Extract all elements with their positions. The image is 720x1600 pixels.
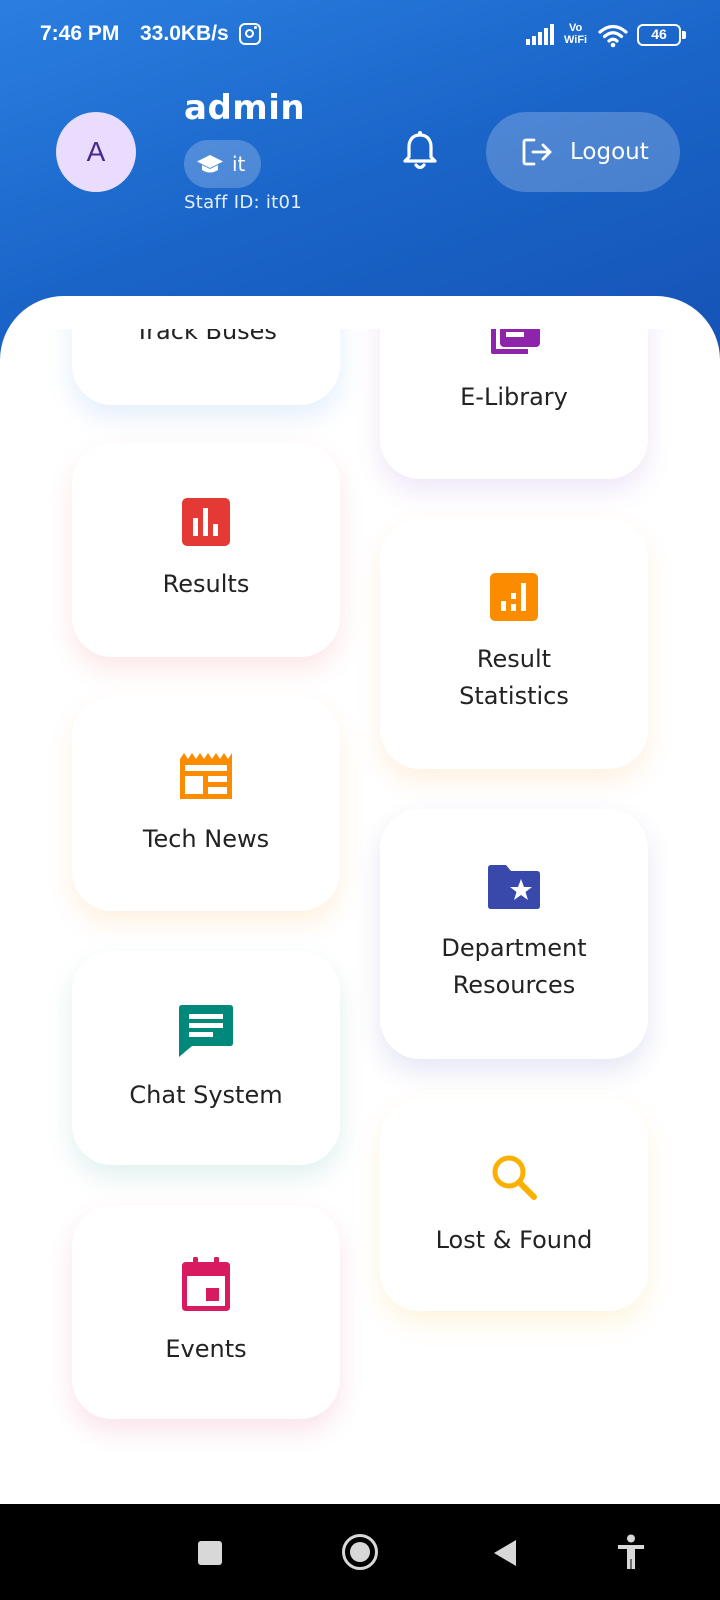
department-label: it [232,152,246,176]
main-content: Track Buses E-Library Results Result Sta… [0,296,720,1504]
recent-apps-button[interactable] [198,1541,222,1565]
tile-label: E-Library [460,382,568,411]
tile-label: Lost & Found [435,1225,593,1254]
tile-track-buses[interactable]: Track Buses [72,329,340,405]
tile-results[interactable]: Results [72,443,340,657]
system-navigation-bar [0,1504,720,1600]
tile-events[interactable]: Events [72,1205,340,1419]
tile-result-statistics[interactable]: Result Statistics [380,519,648,769]
accessibility-icon[interactable] [616,1534,646,1570]
tile-label: Track Buses [135,329,277,345]
battery-level: 46 [651,26,667,42]
bar-chart-icon [182,497,230,546]
tile-e-library[interactable]: E-Library [380,329,648,479]
home-button[interactable] [342,1534,378,1570]
avatar[interactable]: A [56,112,136,192]
tile-department-resources[interactable]: Department Resources [380,809,648,1059]
newspaper-icon [180,752,232,799]
search-icon [492,1155,537,1200]
folder-special-icon [488,865,540,909]
feature-grid[interactable]: Track Buses E-Library Results Result Sta… [0,329,720,1504]
back-button[interactable] [494,1540,516,1566]
vowifi-label: Vo WiFi [564,22,588,46]
chat-icon [179,1004,233,1057]
tile-label: Results [162,569,250,598]
tile-lost-and-found[interactable]: Lost & Found [380,1099,648,1311]
event-icon [182,1256,230,1311]
tile-label: Result Statistics [459,645,569,710]
network-speed: 33.0KB/s [140,22,229,45]
battery-icon: 46 [637,24,686,46]
tile-label: Chat System [129,1080,283,1109]
logout-label: Logout [570,139,649,165]
logout-icon [522,138,552,166]
status-time: 7:46 PM [40,22,120,45]
tile-tech-news[interactable]: Tech News [72,697,340,911]
wifi-icon [598,24,628,48]
status-bar: 7:46 PM 33.0KB/s Vo WiFi 46 [0,0,720,70]
username: admin [184,88,306,128]
staff-id: Staff ID: it01 [184,192,303,213]
tile-label: Department Resources [441,934,587,999]
tile-label: Events [165,1334,247,1363]
graduation-cap-icon [197,155,223,173]
notification-bell-icon[interactable] [400,130,440,172]
department-badge: it [184,140,262,188]
tile-chat-system[interactable]: Chat System [72,951,340,1165]
logout-button[interactable]: Logout [486,112,680,192]
cell-signal-icon [526,24,554,45]
analytics-icon [490,573,538,621]
instagram-notification-icon [239,23,261,45]
tile-label: Tech News [142,824,270,853]
library-books-icon [491,329,540,354]
